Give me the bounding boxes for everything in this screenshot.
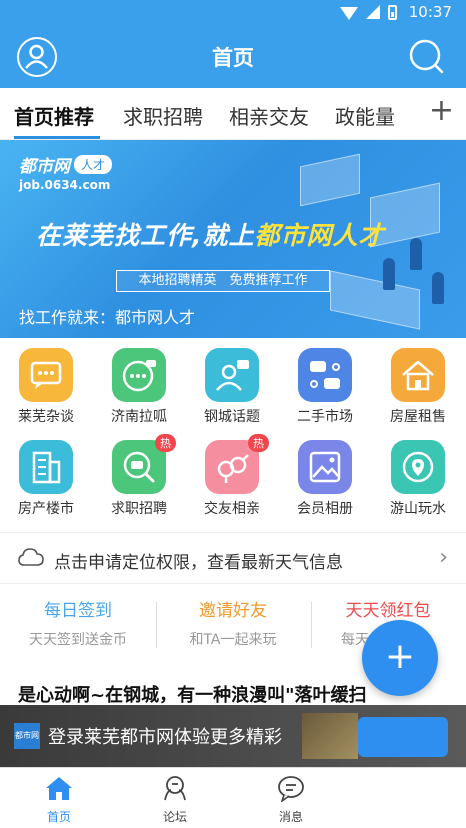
card-title: 每日签到	[44, 601, 112, 621]
grid-label: 房产楼市	[18, 501, 74, 517]
card-divider	[156, 602, 157, 648]
banner-logo-tag: 人才	[74, 155, 113, 174]
page-title: 首页	[212, 46, 254, 70]
trade-icon	[298, 348, 352, 402]
message-icon	[278, 776, 304, 804]
tab-dating[interactable]: 相亲交友	[229, 101, 309, 130]
gender-icon: 热	[205, 434, 269, 494]
banner-logo: 都市网 人才 job.0634.com	[19, 152, 113, 192]
decor-screen	[300, 153, 360, 207]
tab-jobs[interactable]: 求职招聘	[123, 101, 203, 130]
banner-headline-main: 在莱芜找工作,就上	[36, 221, 255, 250]
grid-item-dating[interactable]: 热 交友相亲	[192, 434, 272, 518]
grid-label: 二手市场	[297, 409, 353, 425]
house-icon	[391, 348, 445, 402]
weather-permission-row[interactable]: 点击申请定位权限，查看最新天气信息 ›	[0, 532, 466, 584]
nav-label: 消息	[278, 810, 303, 824]
grid-label: 游山玩水	[390, 501, 446, 517]
status-time: 10:37	[408, 3, 452, 21]
forum-icon	[164, 776, 186, 801]
search-button[interactable]	[407, 37, 447, 77]
grid-item-laiwu-chat[interactable]: 莱芜杂谈	[6, 348, 86, 426]
banner-footline: 找工作就来：都市网人才	[19, 308, 196, 327]
photo-icon	[298, 440, 352, 494]
status-bar: 10:37	[0, 0, 466, 26]
login-prompt-bar[interactable]: 都市网 登录莱芜都市网体验更多精彩	[0, 705, 466, 767]
decor-person	[410, 238, 422, 270]
category-grid: 莱芜杂谈 济南拉呱 钢城话题 二手市场 房屋租售 房产楼市 热 求职招聘 热 交…	[0, 338, 466, 528]
nav-messages[interactable]: 消息	[251, 774, 331, 825]
grid-item-gangcheng-topic[interactable]: 钢城话题	[192, 348, 272, 426]
decor-screen	[330, 270, 420, 330]
tab-recommend[interactable]: 首页推荐	[14, 101, 94, 130]
cloud-icon	[18, 548, 44, 566]
add-post-button[interactable]: +	[362, 620, 438, 696]
hot-badge: 热	[248, 434, 269, 452]
decor-person	[432, 272, 444, 304]
battery-icon	[387, 4, 397, 20]
grid-label: 求职招聘	[111, 501, 167, 517]
decor-person	[383, 258, 395, 290]
app-header: 首页	[0, 26, 466, 88]
grid-item-jinan-chat[interactable]: 济南拉呱	[99, 348, 179, 426]
location-icon	[391, 440, 445, 494]
nav-home[interactable]: 首页	[19, 774, 99, 825]
promo-banner[interactable]: 都市网 人才 job.0634.com 在莱芜找工作,就上都市网人才 本地招聘精英…	[0, 140, 466, 338]
nav-label: 首页	[46, 810, 71, 824]
grid-label: 交友相亲	[204, 501, 260, 517]
card-divider	[311, 602, 312, 648]
weather-text: 点击申请定位权限，查看最新天气信息	[54, 553, 343, 573]
banner-subtag: 本地招聘精英 免费推荐工作	[116, 270, 330, 292]
banner-logo-text: 都市网	[19, 157, 70, 177]
app-logo-thumb: 都市网	[14, 723, 40, 749]
article-title[interactable]: 是心动啊~在钢城，有一种浪漫叫"落叶缓扫	[18, 681, 366, 707]
grid-label: 房屋租售	[390, 409, 446, 425]
tab-add-button[interactable]: +	[429, 96, 454, 126]
signal-icon	[365, 5, 380, 19]
grid-item-real-estate[interactable]: 房产楼市	[6, 440, 86, 518]
search-icon	[409, 39, 444, 74]
chat-dots-icon	[112, 348, 166, 402]
card-subtitle: 天天签到送金币	[29, 632, 127, 648]
grid-item-recruitment[interactable]: 热 求职招聘	[99, 434, 179, 518]
recruit-icon: 热	[112, 434, 176, 494]
login-prompt-text: 登录莱芜都市网体验更多精彩	[48, 727, 282, 748]
nav-forum[interactable]: 论坛	[135, 774, 215, 825]
banner-headline: 在莱芜找工作,就上都市网人才	[36, 216, 385, 252]
card-subtitle: 和TA一起来玩	[189, 632, 277, 648]
daily-checkin-card[interactable]: 每日签到 天天签到送金币	[3, 596, 153, 649]
wifi-icon	[339, 6, 358, 20]
grid-item-housing-rent[interactable]: 房屋租售	[378, 348, 458, 426]
chat-bubble-icon	[19, 348, 73, 402]
grid-item-second-hand[interactable]: 二手市场	[285, 348, 365, 426]
login-button[interactable]	[358, 717, 448, 757]
grid-label: 莱芜杂谈	[18, 409, 74, 425]
grid-label: 济南拉呱	[111, 409, 167, 425]
bottom-nav: 首页 论坛 消息	[0, 767, 466, 828]
grid-item-member-album[interactable]: 会员相册	[285, 440, 365, 518]
active-tab-indicator	[14, 136, 100, 139]
status-icons: 10:37	[339, 3, 452, 21]
grid-label: 会员相册	[297, 501, 353, 517]
banner-domain: job.0634.com	[19, 178, 111, 192]
article-thumbnail	[302, 713, 358, 759]
grid-label: 钢城话题	[204, 409, 260, 425]
home-icon	[46, 777, 72, 800]
invite-friends-card[interactable]: 邀请好友 和TA一起来玩	[158, 596, 308, 649]
person-talk-icon	[205, 348, 259, 402]
card-title: 天天领红包	[345, 601, 431, 621]
grid-item-travel[interactable]: 游山玩水	[378, 440, 458, 518]
banner-headline-highlight: 都市网人才	[254, 221, 385, 250]
nav-label: 论坛	[162, 810, 187, 824]
building-icon	[19, 440, 73, 494]
card-title: 邀请好友	[199, 601, 267, 621]
category-tabs: 首页推荐 求职招聘 相亲交友 政能量 +	[0, 88, 466, 140]
chevron-right-icon: ›	[439, 545, 448, 570]
hot-badge: 热	[155, 434, 176, 452]
tab-positive-energy[interactable]: 政能量	[335, 101, 395, 130]
